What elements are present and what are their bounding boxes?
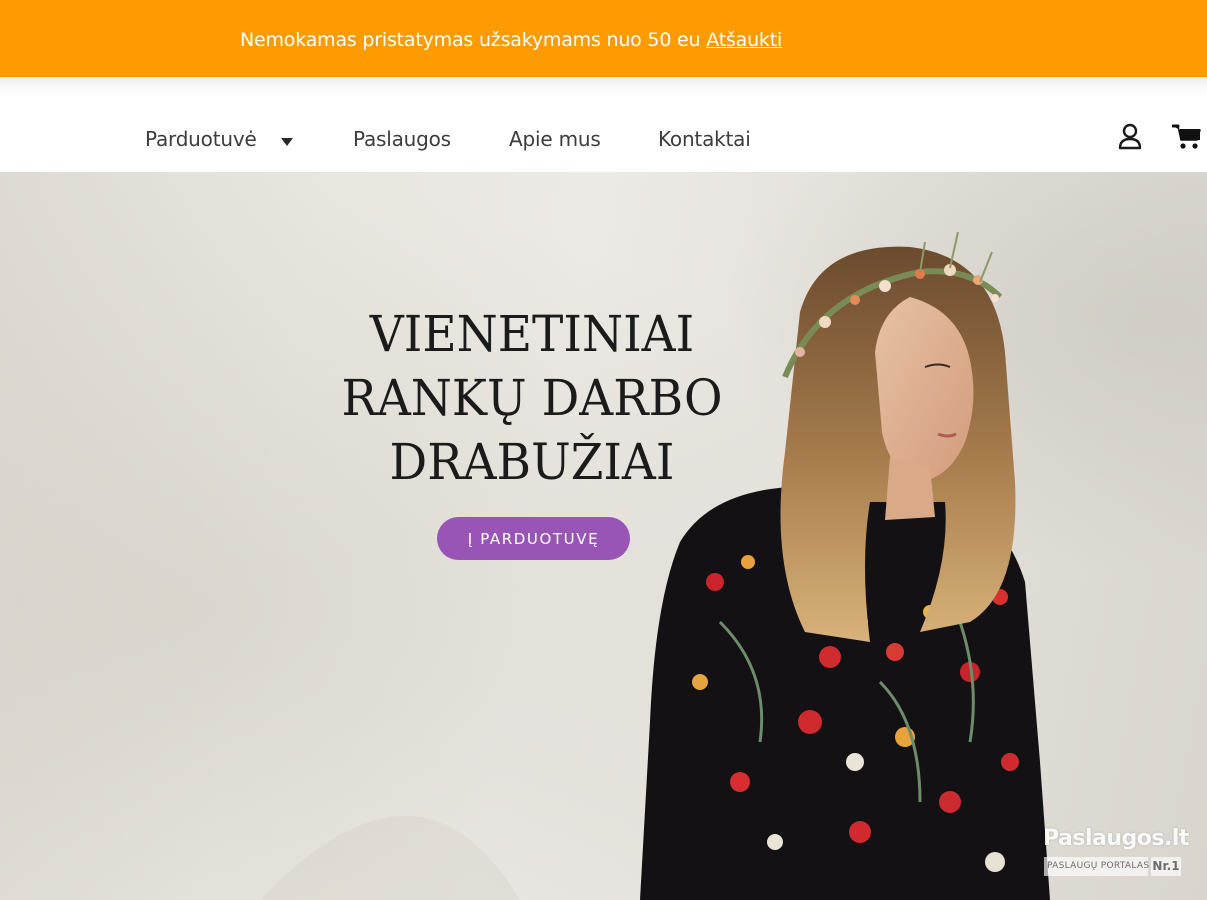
watermark-badge: Nr.1 bbox=[1151, 857, 1181, 876]
shopping-cart-icon[interactable] bbox=[1172, 123, 1202, 151]
announcement-bar: Nemokamas pristatymas užsakymams nuo 50 … bbox=[0, 0, 1207, 77]
nav-item-services[interactable]: Paslaugos bbox=[353, 127, 451, 151]
site-header: Parduotuvė Paslaugos Apie mus Kontaktai bbox=[0, 77, 1207, 172]
announcement-message: Nemokamas pristatymas užsakymams nuo 50 … bbox=[240, 29, 701, 51]
chevron-down-icon[interactable] bbox=[279, 137, 295, 147]
nav-item-contacts[interactable]: Kontaktai bbox=[658, 127, 751, 151]
user-account-icon[interactable] bbox=[1117, 123, 1143, 151]
announcement-text: Nemokamas pristatymas užsakymams nuo 50 … bbox=[240, 29, 782, 51]
nav-item-shop[interactable]: Parduotuvė bbox=[145, 127, 257, 151]
watermark-brand: Paslaugos.lt bbox=[1043, 826, 1189, 851]
shop-cta-button[interactable]: Į PARDUOTUVĘ bbox=[437, 517, 630, 560]
nav-item-about[interactable]: Apie mus bbox=[509, 127, 601, 151]
model-photo bbox=[640, 231, 1050, 900]
dismiss-announcement-link[interactable]: Atšaukti bbox=[706, 29, 782, 51]
watermark-subtitle: PASLAUGŲ PORTALAS bbox=[1044, 857, 1149, 876]
hero-banner: VIENETINIAI RANKŲ DARBO DRABUŽIAI Į PARD… bbox=[0, 172, 1207, 900]
paslaugos-watermark: Paslaugos.lt PASLAUGŲ PORTALAS Nr.1 bbox=[1040, 826, 1190, 880]
